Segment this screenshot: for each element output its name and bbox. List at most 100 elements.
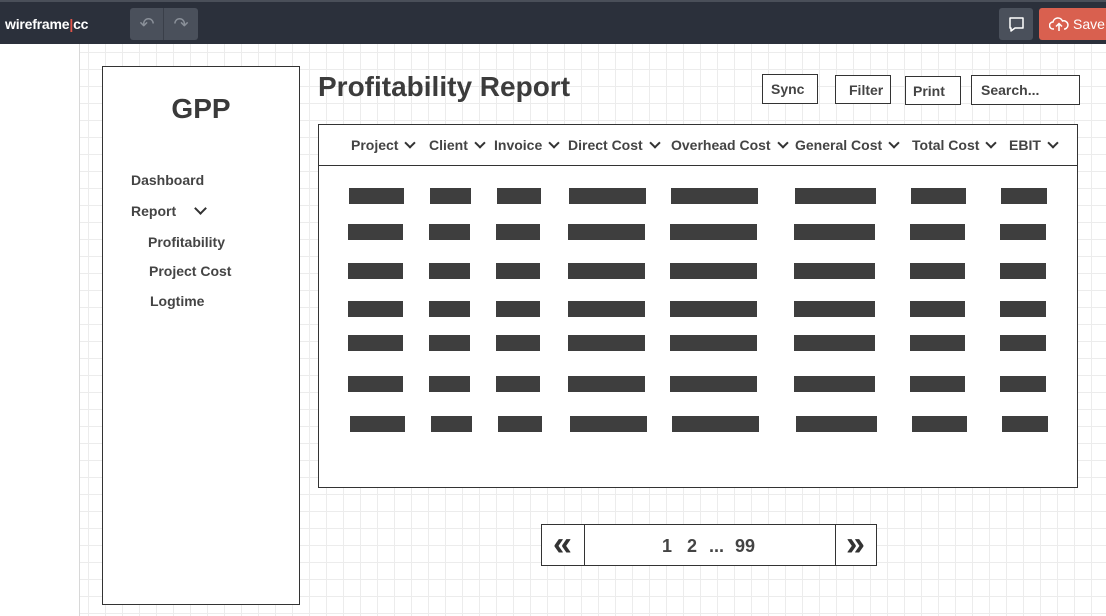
filter-button[interactable]: Filter: [835, 75, 891, 104]
page-link-99[interactable]: 99: [735, 536, 755, 557]
undo-redo-group: ↶ ↷: [130, 8, 198, 40]
previous-page-button[interactable]: «: [542, 525, 583, 565]
placeholder-cell: [431, 416, 472, 432]
column-label: Client: [429, 137, 468, 153]
placeholder-cell: [348, 301, 403, 317]
report-table: Project Client Invoice Direct Cost Overh…: [318, 124, 1078, 488]
placeholder-cell: [671, 188, 758, 204]
placeholder-cell: [910, 263, 965, 279]
placeholder-cell: [429, 263, 470, 279]
placeholder-cell: [568, 335, 645, 351]
table-header-divider: [319, 165, 1077, 166]
placeholder-cell: [1000, 224, 1046, 240]
placeholder-cell: [794, 335, 875, 351]
placeholder-cell: [1000, 376, 1046, 392]
sync-button[interactable]: Sync: [762, 74, 818, 104]
placeholder-cell: [568, 301, 645, 317]
placeholder-cell: [670, 224, 757, 240]
placeholder-cell: [496, 335, 540, 351]
sidebar-item-report[interactable]: Report: [131, 202, 207, 219]
app-toolbar: wireframe|cc ↶ ↷ Save: [0, 0, 1106, 44]
placeholder-cell: [349, 188, 404, 204]
placeholder-cell: [794, 263, 875, 279]
placeholder-cell: [910, 335, 965, 351]
placeholder-cell: [568, 224, 645, 240]
placeholder-cell: [348, 224, 403, 240]
double-chevron-left-icon: «: [553, 525, 572, 563]
column-header-invoice[interactable]: Invoice: [494, 137, 560, 153]
column-label: Total Cost: [912, 137, 980, 153]
placeholder-cell: [568, 376, 645, 392]
placeholder-cell: [350, 416, 405, 432]
comment-button[interactable]: [999, 8, 1033, 40]
sidebar: GPP: [102, 66, 300, 605]
placeholder-cell: [670, 335, 757, 351]
placeholder-cell: [498, 416, 542, 432]
placeholder-cell: [569, 188, 646, 204]
placeholder-cell: [348, 335, 403, 351]
placeholder-cell: [910, 376, 965, 392]
redo-button[interactable]: ↷: [164, 8, 198, 40]
chevron-down-icon: [404, 137, 417, 149]
save-button[interactable]: Save: [1039, 8, 1106, 40]
chevron-down-icon: [776, 137, 789, 149]
cloud-upload-icon: [1049, 17, 1069, 31]
search-input[interactable]: [971, 75, 1080, 105]
placeholder-cell: [911, 188, 966, 204]
column-header-overhead-cost[interactable]: Overhead Cost: [671, 137, 789, 153]
page-title: Profitability Report: [318, 71, 571, 102]
brand-title: GPP: [171, 93, 231, 124]
placeholder-cell: [568, 263, 645, 279]
placeholder-cell: [496, 263, 540, 279]
double-chevron-right-icon: »: [846, 525, 865, 563]
placeholder-cell: [570, 416, 647, 432]
column-header-general-cost[interactable]: General Cost: [795, 137, 900, 153]
chevron-down-icon: [1047, 137, 1059, 149]
placeholder-cell: [429, 376, 470, 392]
undo-icon: ↶: [139, 14, 155, 34]
redo-icon: ↷: [173, 14, 189, 34]
sidebar-item-profitability[interactable]: Profitability: [148, 234, 225, 250]
chevron-down-icon: [888, 137, 900, 149]
save-label: Save: [1073, 16, 1105, 32]
page-link-1[interactable]: 1: [662, 536, 672, 557]
page-link-2[interactable]: 2: [687, 536, 697, 557]
column-header-total-cost[interactable]: Total Cost: [912, 137, 998, 153]
placeholder-cell: [496, 376, 540, 392]
column-header-ebit[interactable]: EBIT: [1009, 137, 1059, 153]
column-header-client[interactable]: Client: [429, 137, 486, 153]
placeholder-cell: [794, 301, 875, 317]
chevron-down-icon: [548, 137, 560, 149]
placeholder-cell: [497, 188, 541, 204]
logo-text: wireframe: [5, 16, 70, 32]
page-ellipsis: ...: [709, 536, 725, 556]
column-label: General Cost: [795, 137, 883, 153]
chevron-down-icon: [194, 202, 207, 215]
sidebar-item-dashboard[interactable]: Dashboard: [131, 172, 204, 188]
placeholder-cell: [1000, 301, 1046, 317]
sidebar-item-project-cost[interactable]: Project Cost: [149, 263, 231, 279]
chevron-down-icon: [474, 137, 486, 149]
chevron-down-icon: [985, 137, 998, 149]
print-button[interactable]: Print: [905, 76, 961, 105]
sidebar-item-logtime[interactable]: Logtime: [150, 293, 204, 309]
placeholder-cell: [496, 224, 540, 240]
placeholder-cell: [429, 335, 470, 351]
next-page-button[interactable]: »: [835, 525, 876, 565]
column-header-direct-cost[interactable]: Direct Cost: [568, 137, 661, 153]
placeholder-cell: [670, 301, 757, 317]
placeholder-cell: [348, 263, 403, 279]
pagination: « 1 2 ... 99 »: [541, 524, 877, 566]
column-label: EBIT: [1009, 137, 1041, 153]
placeholder-cell: [795, 188, 876, 204]
placeholder-cell: [1000, 335, 1046, 351]
column-header-project[interactable]: Project: [351, 137, 417, 153]
logo-suffix: cc: [73, 16, 89, 32]
app-logo[interactable]: wireframe|cc: [5, 16, 88, 32]
column-label: Direct Cost: [568, 137, 643, 153]
placeholder-cell: [796, 416, 877, 432]
undo-button[interactable]: ↶: [130, 8, 164, 40]
chevron-down-icon: [649, 137, 661, 149]
placeholder-cell: [910, 301, 965, 317]
placeholder-cell: [912, 416, 967, 432]
